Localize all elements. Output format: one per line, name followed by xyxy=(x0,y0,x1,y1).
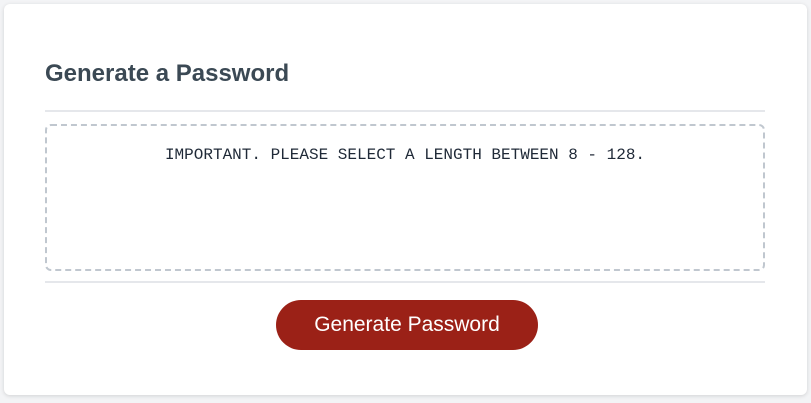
password-output-box[interactable]: IMPORTANT. PLEASE SELECT A LENGTH BETWEE… xyxy=(45,124,765,271)
footer-divider xyxy=(45,281,765,283)
password-generator-card: Generate a Password IMPORTANT. PLEASE SE… xyxy=(4,4,807,395)
header-divider xyxy=(45,110,765,112)
password-output-text: IMPORTANT. PLEASE SELECT A LENGTH BETWEE… xyxy=(164,146,646,164)
card-title: Generate a Password xyxy=(45,60,290,87)
generate-password-button[interactable]: Generate Password xyxy=(276,300,538,350)
